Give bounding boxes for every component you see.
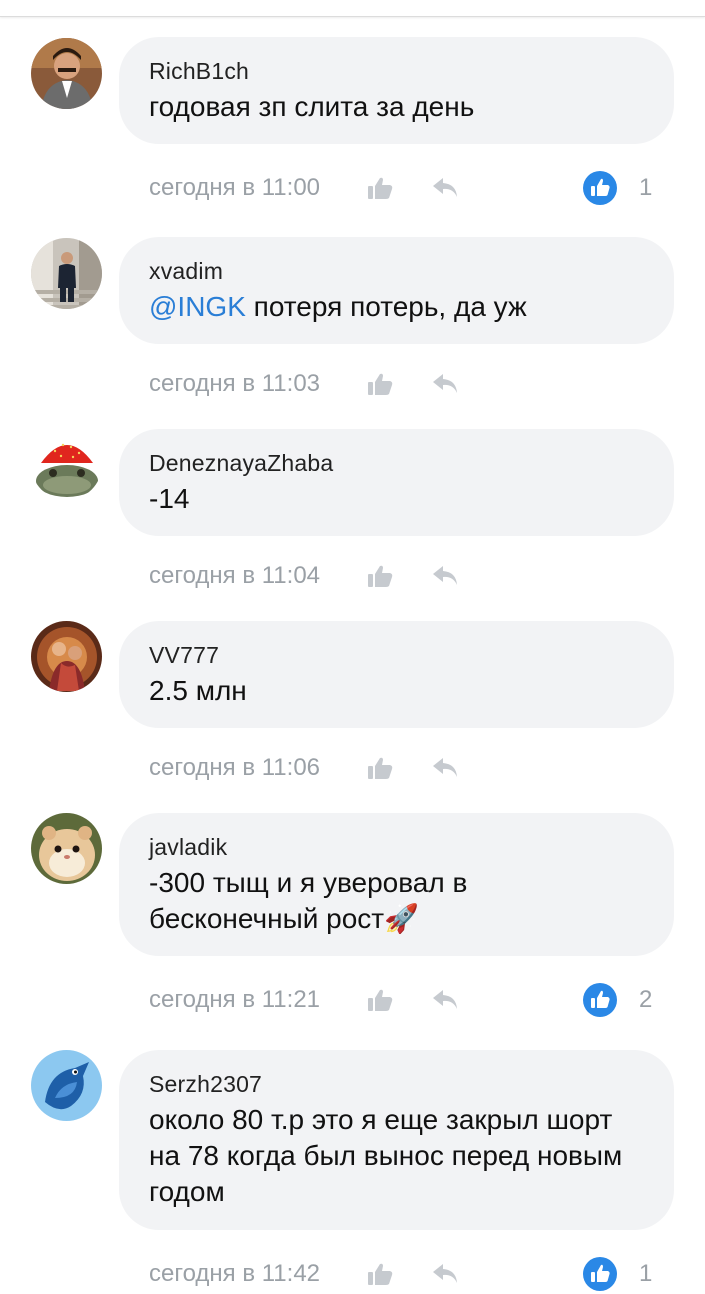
comment-meta: сегодня в 11:00 1 xyxy=(149,168,669,208)
comment-time[interactable]: сегодня в 11:04 xyxy=(149,556,320,596)
avatar[interactable] xyxy=(31,1050,102,1121)
thumbs-up-icon[interactable] xyxy=(367,176,393,200)
thumbs-up-icon[interactable] xyxy=(367,372,393,396)
thumbs-up-icon[interactable] xyxy=(367,988,393,1012)
comment-time[interactable]: сегодня в 11:06 xyxy=(149,748,320,788)
comment-time[interactable]: сегодня в 11:42 xyxy=(149,1254,320,1294)
comment-author[interactable]: RichB1ch xyxy=(149,57,644,85)
comment-text: около 80 т.р это я еще закрыл шорт на 78… xyxy=(149,1104,623,1207)
avatar[interactable] xyxy=(31,813,102,884)
hamster-avatar-icon xyxy=(31,813,102,884)
comment-text: годовая зп слита за день xyxy=(149,91,475,122)
thumbs-up-icon[interactable] xyxy=(367,564,393,588)
likes-counter[interactable]: 1 xyxy=(583,1257,673,1291)
reply-arrow-icon[interactable] xyxy=(431,1262,459,1286)
comment-bubble: Serzh2307 около 80 т.р это я еще закрыл … xyxy=(119,1050,674,1230)
avatar[interactable] xyxy=(31,621,102,692)
comment-meta: сегодня в 11:21 2 xyxy=(149,980,669,1020)
thumbs-up-icon[interactable] xyxy=(367,1262,393,1286)
comment-bubble: RichB1ch годовая зп слита за день xyxy=(119,37,674,144)
reply-arrow-icon[interactable] xyxy=(431,988,459,1012)
comment-author[interactable]: DeneznayaZhaba xyxy=(149,449,644,477)
comment-time[interactable]: сегодня в 11:21 xyxy=(149,980,320,1020)
likes-count: 1 xyxy=(639,174,653,201)
mention-link[interactable]: @INGK xyxy=(149,291,246,322)
avatar[interactable] xyxy=(31,429,102,500)
avatar[interactable] xyxy=(31,38,102,109)
man-on-stairs-avatar-icon xyxy=(31,238,102,309)
comment-time[interactable]: сегодня в 11:03 xyxy=(149,364,320,404)
comment-author[interactable]: xvadim xyxy=(149,257,644,285)
blue-bird-avatar-icon xyxy=(31,1050,102,1121)
comment-text: -300 тыщ и я уверовал в бесконечный рост… xyxy=(149,867,468,934)
comment-text-body: потеря потерь, да уж xyxy=(245,291,527,322)
comment-meta: сегодня в 11:42 1 xyxy=(149,1254,669,1294)
frog-strawberry-hat-avatar-icon xyxy=(31,429,102,500)
like-badge-icon xyxy=(583,983,617,1017)
comment-text: @INGK потеря потерь, да уж xyxy=(149,289,644,325)
comment-text: 2.5 млн xyxy=(149,675,247,706)
comment-bubble: VV777 2.5 млн xyxy=(119,621,674,728)
reply-arrow-icon[interactable] xyxy=(431,176,459,200)
comment-text: -14 xyxy=(149,483,190,514)
avatar[interactable] xyxy=(31,238,102,309)
reply-arrow-icon[interactable] xyxy=(431,564,459,588)
reply-arrow-icon[interactable] xyxy=(431,756,459,780)
couple-painting-avatar-icon xyxy=(31,621,102,692)
comment-bubble: javladik -300 тыщ и я уверовал в бесконе… xyxy=(119,813,674,956)
likes-counter[interactable]: 1 xyxy=(583,171,673,205)
comment-author[interactable]: javladik xyxy=(149,833,644,861)
reply-arrow-icon[interactable] xyxy=(431,372,459,396)
likes-count: 2 xyxy=(639,986,653,1013)
man-in-suit-avatar-icon xyxy=(31,38,102,109)
comment-bubble: xvadim @INGK потеря потерь, да уж xyxy=(119,237,674,344)
likes-counter[interactable]: 2 xyxy=(583,983,673,1017)
like-badge-icon xyxy=(583,1257,617,1291)
likes-count: 1 xyxy=(639,1260,653,1287)
comment-time[interactable]: сегодня в 11:00 xyxy=(149,168,320,208)
comment-author[interactable]: VV777 xyxy=(149,641,644,669)
comment-meta: сегодня в 11:04 xyxy=(149,556,669,596)
comment-meta: сегодня в 11:06 xyxy=(149,748,669,788)
comment-bubble: DeneznayaZhaba -14 xyxy=(119,429,674,536)
top-bar xyxy=(0,0,705,17)
comment-author[interactable]: Serzh2307 xyxy=(149,1070,644,1098)
thumbs-up-icon[interactable] xyxy=(367,756,393,780)
comment-meta: сегодня в 11:03 xyxy=(149,364,669,404)
like-badge-icon xyxy=(583,171,617,205)
